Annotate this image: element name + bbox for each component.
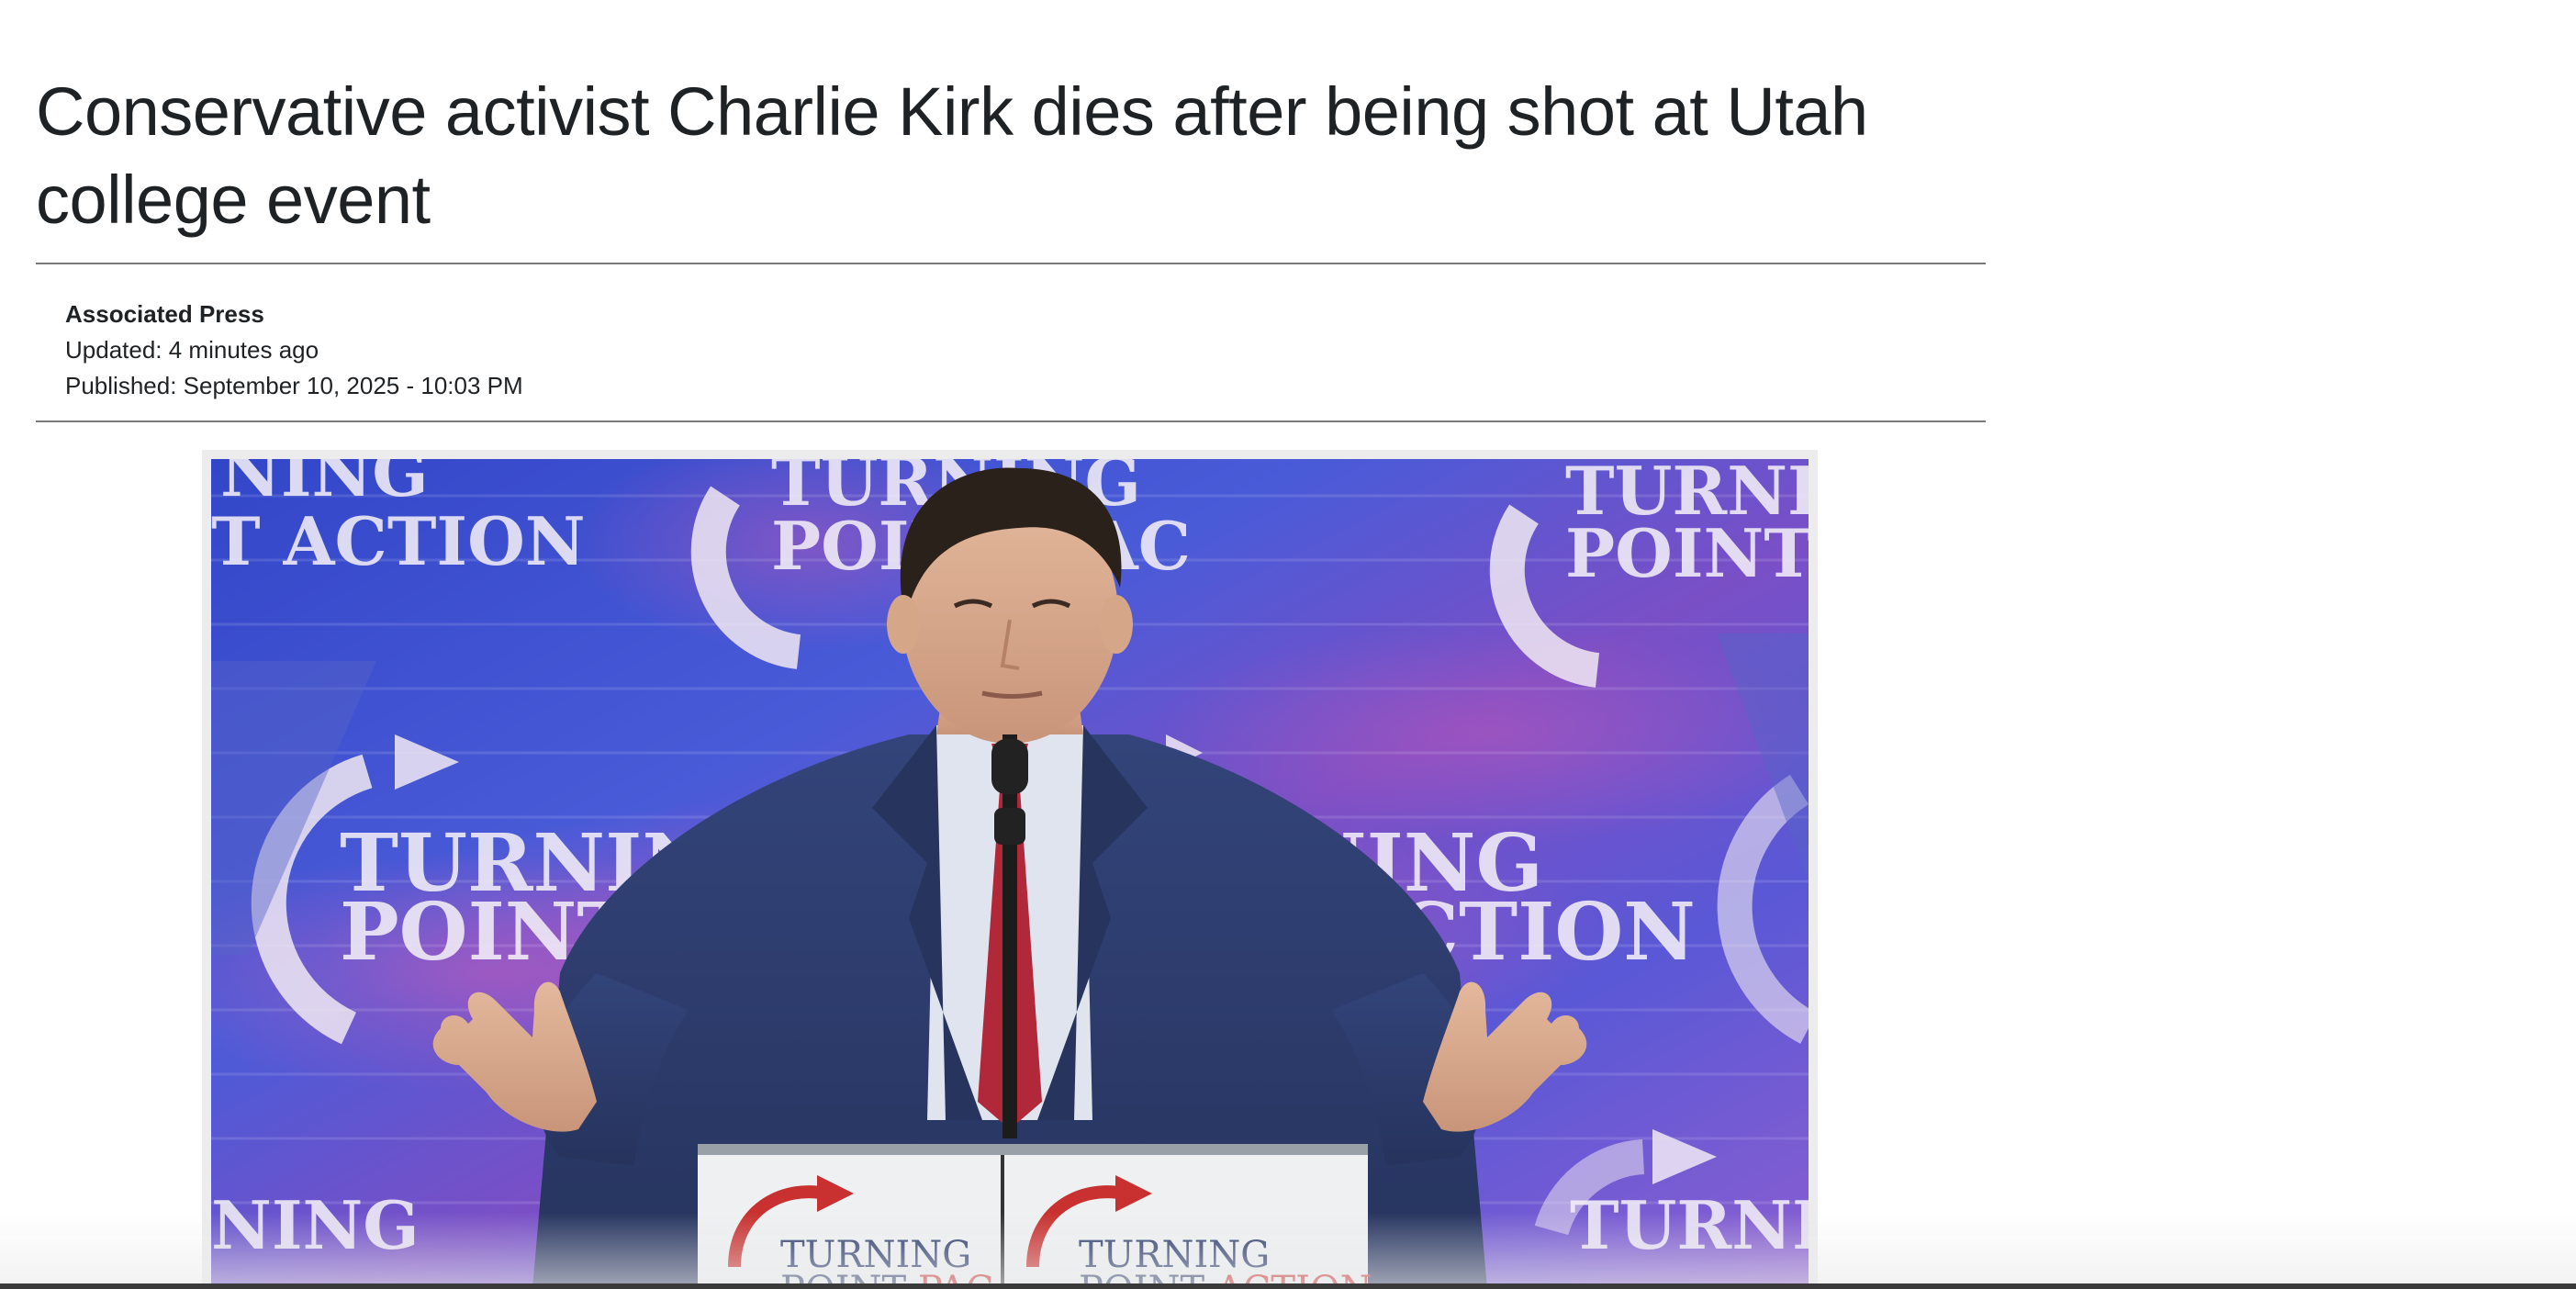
horizontal-scrollbar[interactable]: [0, 1283, 2576, 1289]
article-headline: Conservative activist Charlie Kirk dies …: [36, 73, 1868, 238]
article-photo[interactable]: NING T ACTION TURNING POINT PAC TURNI PO…: [211, 459, 1809, 1289]
article-published: Published: September 10, 2025 - 10:03 PM: [65, 372, 523, 399]
article-source[interactable]: Associated Press: [65, 297, 1986, 332]
article: Conservative activist Charlie Kirk dies …: [36, 0, 1986, 422]
page: Conservative activist Charlie Kirk dies …: [0, 0, 2576, 1289]
backdrop-text: POINT: [1565, 514, 1809, 592]
backdrop-text: NING: [211, 1186, 420, 1264]
article-photo-frame: NING T ACTION TURNING POINT PAC TURNI PO…: [202, 450, 1818, 1289]
article-meta: Associated Press Updated: 4 minutes ago …: [36, 264, 1986, 406]
meta-divider: [36, 420, 1986, 422]
backdrop-text: TURNI: [1570, 1186, 1809, 1264]
backdrop-text: T ACTION: [211, 502, 586, 580]
article-updated: Updated: 4 minutes ago: [65, 336, 319, 364]
article-photo-image: NING T ACTION TURNING POINT PAC TURNI PO…: [211, 459, 1809, 1289]
